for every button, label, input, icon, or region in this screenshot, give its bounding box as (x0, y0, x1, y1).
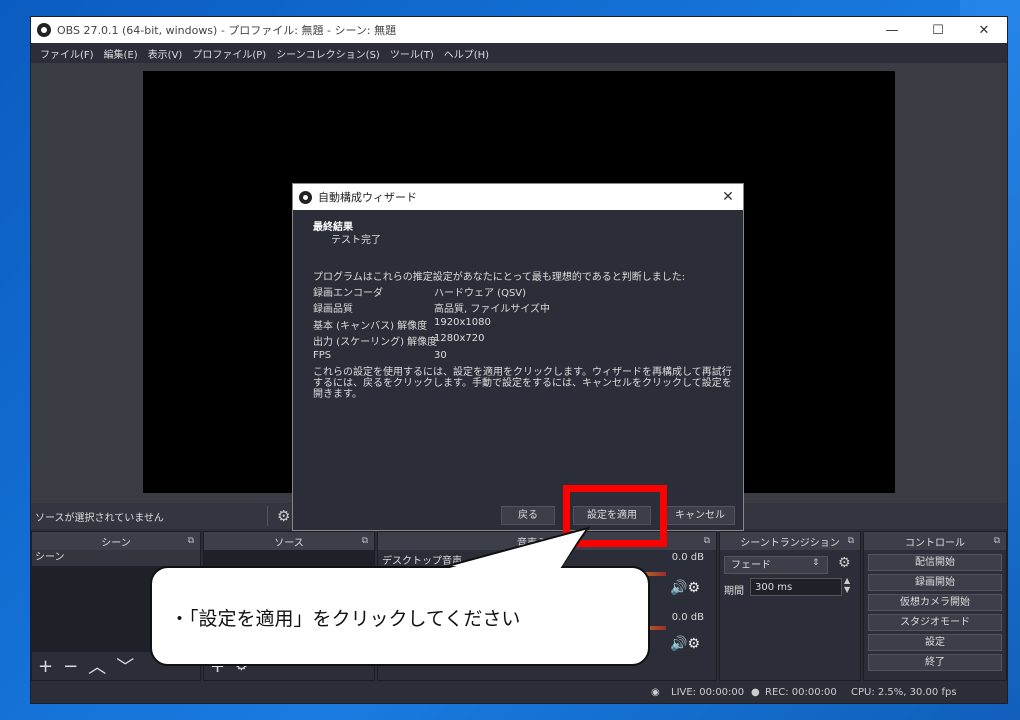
highlight-box (563, 485, 667, 547)
mixer-track-db: 0.0 dB (671, 552, 704, 563)
close-window-button[interactable]: ✕ (961, 17, 1007, 43)
maximize-button[interactable]: ☐ (915, 17, 961, 43)
menu-file[interactable]: ファイル(F) (35, 46, 99, 61)
minimize-button[interactable]: — (869, 17, 915, 43)
gear-icon[interactable]: ⚙ (838, 555, 851, 571)
obs-logo-icon (37, 23, 51, 37)
obs-logo-icon (299, 190, 312, 204)
setting-value: 30 (434, 350, 447, 361)
start-recording-button[interactable]: 録画開始 (868, 574, 1002, 591)
start-virtual-camera-button[interactable]: 仮想カメラ開始 (868, 594, 1002, 611)
mixer-track-db: 0.0 dB (671, 612, 704, 623)
setting-label: 出力 (スケーリング) 解像度 (313, 337, 438, 348)
studio-mode-button[interactable]: スタジオモード (868, 614, 1002, 631)
menu-help[interactable]: ヘルプ(H) (439, 46, 494, 61)
exit-button[interactable]: 終了 (868, 654, 1002, 671)
rec-status-icon: ● (751, 687, 760, 698)
callout-text: ・「設定を適用」をクリックしてください (170, 608, 521, 630)
period-input[interactable]: 300 ms (750, 578, 842, 596)
period-spin-icon[interactable]: ▲ ▼ (844, 576, 850, 594)
move-down-icon[interactable]: ﹀ (116, 653, 134, 679)
scenes-title-label: シーン (101, 537, 131, 549)
controls-dock-title: コントロール ⧉ (864, 532, 1006, 550)
dialog-title-bar: 自動構成ウィザード ✕ (293, 184, 743, 210)
start-streaming-button[interactable]: 配信開始 (868, 554, 1002, 571)
rec-status: REC: 00:00:00 (765, 687, 837, 698)
intro-text: プログラムはこれらの推定設定があなたにとって最も理想的であると判断しました: (313, 272, 686, 283)
add-icon[interactable]: + (38, 656, 53, 677)
instruction-callout: ・「設定を適用」をクリックしてください (150, 566, 650, 666)
float-dock-icon[interactable]: ⧉ (848, 536, 854, 546)
menu-edit[interactable]: 編集(E) (99, 46, 143, 61)
status-bar: ◉ LIVE: 00:00:00 ● REC: 00:00:00 CPU: 2.… (31, 683, 1007, 703)
live-status: LIVE: 00:00:00 (671, 687, 745, 698)
setting-value: 1920x1080 (434, 317, 491, 328)
scenes-dock-title: シーン ⧉ (32, 532, 200, 550)
float-dock-icon[interactable]: ⧉ (994, 536, 1000, 546)
sources-title-label: ソース (274, 537, 304, 549)
gear-icon[interactable]: ⚙ (277, 507, 290, 525)
mixer-controls[interactable]: 🔊⚙ (670, 636, 700, 652)
period-label: 期間 (724, 586, 744, 597)
test-complete-label: テスト完了 (331, 235, 381, 246)
setting-label: 基本 (キャンバス) 解像度 (313, 321, 428, 332)
menu-view[interactable]: 表示(V) (143, 46, 188, 61)
setting-value: 1280x720 (434, 333, 485, 344)
move-up-icon[interactable]: ︿ (88, 653, 106, 679)
no-source-label: ソースが選択されていません (35, 512, 164, 524)
setting-label: 録画エンコーダ (313, 288, 383, 299)
float-dock-icon[interactable]: ⧉ (362, 536, 368, 546)
auto-config-wizard-dialog: 自動構成ウィザード ✕ 最終結果 テスト完了 プログラムはこれらの推定設定があな… (292, 183, 744, 531)
menu-tools[interactable]: ツール(T) (385, 46, 439, 61)
divider (267, 506, 268, 526)
back-button[interactable]: 戻る (501, 506, 555, 525)
setting-label: FPS (313, 350, 332, 361)
list-item[interactable]: シーン (32, 550, 200, 566)
setting-value: ハードウェア (QSV) (434, 288, 527, 299)
setting-label: 録画品質 (313, 304, 353, 315)
instructions-text: これらの設定を使用するには、設定を適用をクリックします。ウィザードを再構成して再… (313, 367, 732, 400)
dialog-title: 自動構成ウィザード (318, 191, 417, 204)
window-title: OBS 27.0.1 (64-bit, windows) - プロファイル: 無… (57, 24, 397, 37)
controls-title-label: コントロール (905, 537, 965, 549)
select-spin-icon[interactable]: ⇕ (812, 558, 820, 568)
float-dock-icon[interactable]: ⧉ (188, 536, 194, 546)
transitions-title-label: シーントランジション (740, 537, 840, 549)
float-dock-icon[interactable]: ⧉ (704, 536, 710, 546)
setting-value: 高品質, ファイルサイズ中 (434, 304, 551, 315)
transitions-dock: シーントランジション ⧉ フェード ⇕ ⚙ 期間 300 ms ▲ ▼ (719, 531, 861, 681)
transitions-dock-title: シーントランジション ⧉ (720, 532, 860, 550)
window-controls: — ☐ ✕ (869, 17, 1007, 43)
sources-dock-title: ソース ⧉ (204, 532, 374, 550)
mixer-controls[interactable]: 🔊⚙ (670, 580, 700, 596)
controls-dock: コントロール ⧉ 配信開始 録画開始 仮想カメラ開始 スタジオモード 設定 終了 (863, 531, 1007, 681)
cpu-status: CPU: 2.5%, 30.00 fps (851, 687, 957, 698)
menu-bar: ファイル(F) 編集(E) 表示(V) プロファイル(P) シーンコレクション(… (31, 43, 1007, 63)
settings-button[interactable]: 設定 (868, 634, 1002, 651)
menu-profile[interactable]: プロファイル(P) (187, 46, 271, 61)
close-icon[interactable]: ✕ (713, 189, 743, 205)
title-bar: OBS 27.0.1 (64-bit, windows) - プロファイル: 無… (31, 17, 1007, 43)
cancel-button[interactable]: キャンセル (665, 506, 735, 525)
dialog-body: 最終結果 テスト完了 プログラムはこれらの推定設定があなたにとって最も理想的であ… (293, 210, 743, 530)
remove-icon[interactable]: − (63, 656, 78, 677)
live-status-icon: ◉ (651, 687, 660, 698)
menu-scene-collection[interactable]: シーンコレクション(S) (271, 46, 385, 61)
